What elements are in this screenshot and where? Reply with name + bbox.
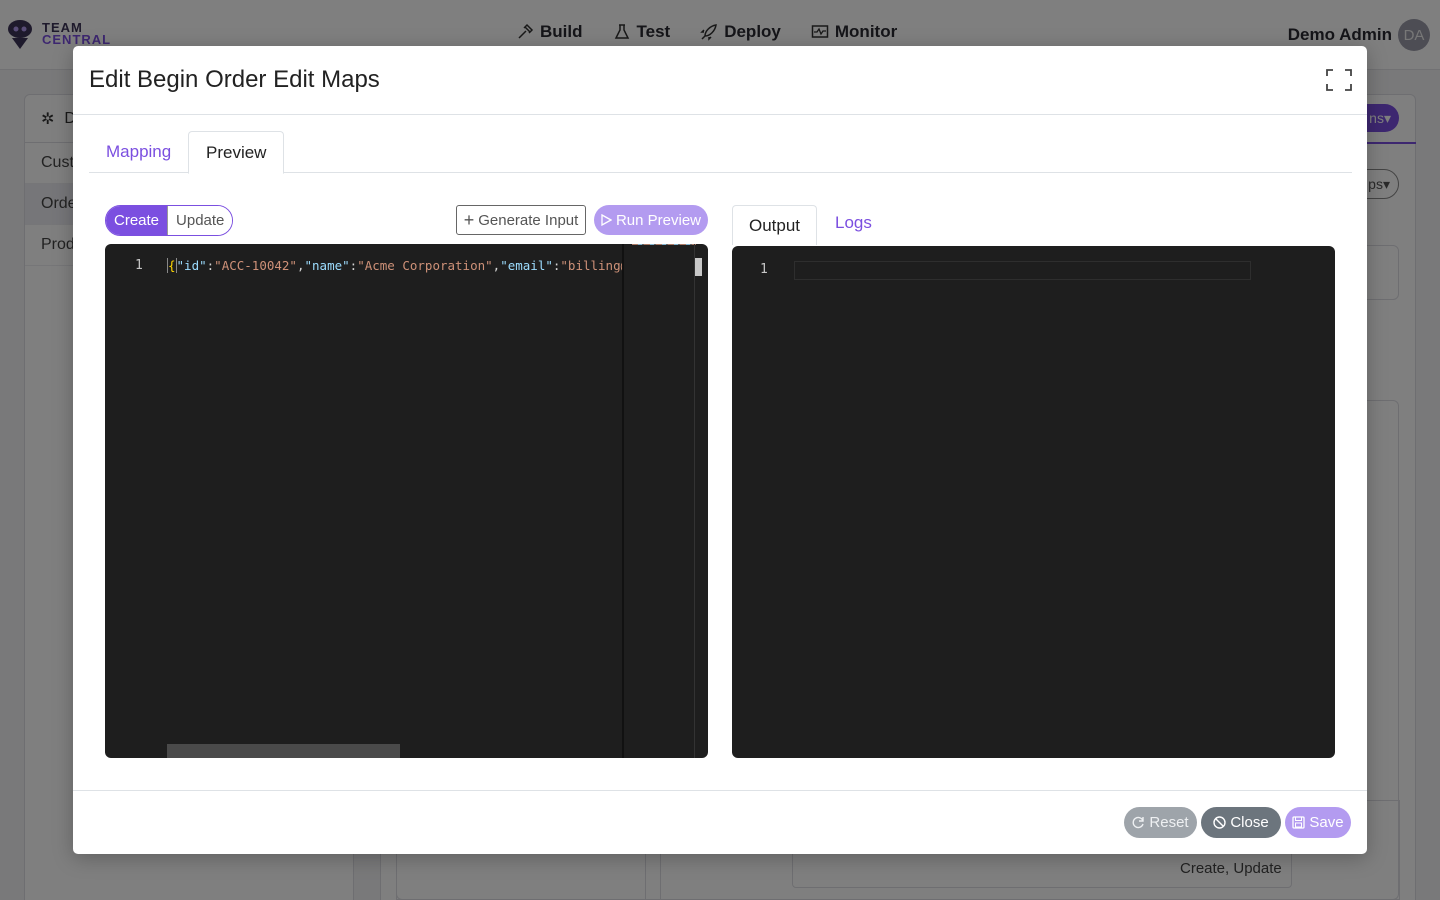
mode-toggle: Create Update <box>105 205 234 236</box>
horizontal-scrollbar[interactable] <box>167 744 400 758</box>
json-punctuation: , <box>296 258 305 273</box>
json-key: "name" <box>304 258 350 273</box>
tab-output[interactable]: Output <box>732 205 818 245</box>
run-preview-button[interactable]: Run Preview <box>594 205 708 235</box>
save-button[interactable]: Save <box>1285 807 1351 838</box>
current-line-highlight[interactable] <box>794 261 1251 280</box>
floppy-icon <box>1292 816 1306 829</box>
reset-label: Reset <box>1149 814 1189 831</box>
output-code-editor[interactable]: 1 <box>732 246 1335 758</box>
run-preview-label: Run Preview <box>615 211 702 229</box>
tab-preview[interactable]: Preview <box>188 131 285 174</box>
mode-update-button[interactable]: Update <box>167 206 233 235</box>
fullscreen-icon <box>1326 69 1352 91</box>
json-string: "ACC-10042" <box>214 258 297 273</box>
close-button[interactable]: Close <box>1201 807 1281 838</box>
json-brace: { <box>167 258 177 273</box>
generate-input-button[interactable]: + Generate Input <box>456 205 586 235</box>
modal-footer: Reset Close Save <box>73 790 1367 854</box>
modal-header: Edit Begin Order Edit Maps <box>73 46 1367 115</box>
vertical-scrollbar[interactable] <box>694 244 708 758</box>
json-string: "billing@ac <box>560 258 622 273</box>
ban-icon <box>1213 816 1227 829</box>
code-line[interactable]: {"id":"ACC-10042","name":"Acme Corporati… <box>167 258 622 273</box>
play-icon <box>601 214 612 226</box>
close-label: Close <box>1230 814 1269 831</box>
edit-map-modal: Edit Begin Order Edit Maps Mapping Previ… <box>73 46 1367 854</box>
reset-button[interactable]: Reset <box>1124 807 1197 838</box>
json-key: "email" <box>500 258 553 273</box>
generate-input-label: Generate Input <box>478 211 579 229</box>
mode-create-button[interactable]: Create <box>106 206 168 235</box>
line-number: 1 <box>135 258 143 273</box>
minimap-line <box>632 244 696 245</box>
line-number: 1 <box>760 262 768 277</box>
fullscreen-button[interactable] <box>1326 69 1352 91</box>
plus-icon: + <box>463 210 475 230</box>
refresh-icon <box>1132 816 1145 829</box>
modal-title: Edit Begin Order Edit Maps <box>89 66 380 93</box>
json-string: "Acme Corporation" <box>357 258 493 273</box>
input-code-editor[interactable]: 1 {"id":"ACC-10042","name":"Acme Corpora… <box>105 244 708 758</box>
modal-tabs: Mapping Preview <box>89 131 1352 174</box>
tab-mapping[interactable]: Mapping <box>89 131 188 173</box>
editor-minimap[interactable] <box>622 244 696 758</box>
scrollbar-thumb[interactable] <box>695 258 702 276</box>
output-tabs: Output Logs <box>732 205 1335 245</box>
save-label: Save <box>1309 814 1344 831</box>
json-key: "id" <box>176 258 207 273</box>
tab-logs[interactable]: Logs <box>819 205 888 241</box>
